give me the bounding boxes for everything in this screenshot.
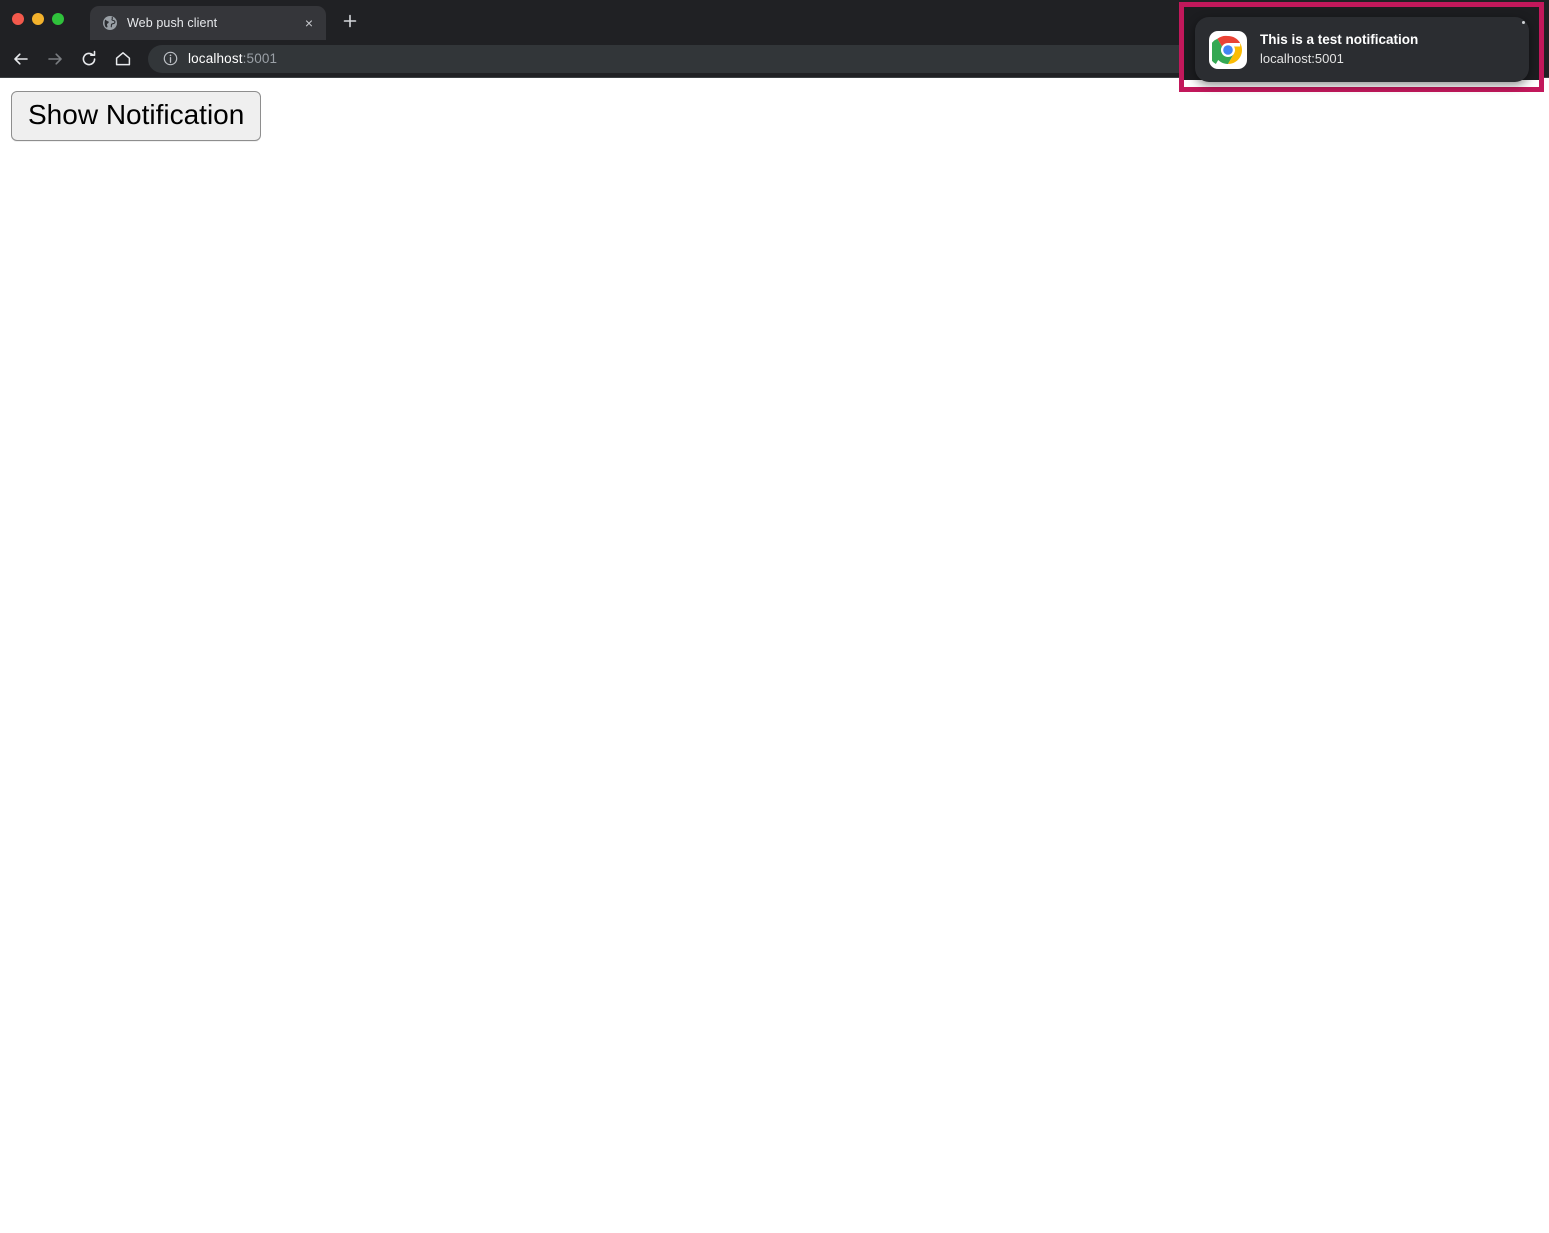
window-controls <box>12 13 64 25</box>
close-window-button[interactable] <box>12 13 24 25</box>
desktop-notification[interactable]: This is a test notification localhost:50… <box>1195 17 1529 82</box>
forward-button[interactable] <box>40 44 70 74</box>
reload-button[interactable] <box>74 44 104 74</box>
arrow-right-icon <box>48 52 62 65</box>
address-bar-url: localhost:5001 <box>188 51 277 66</box>
site-info-icon[interactable] <box>162 51 178 67</box>
show-notification-button[interactable]: Show Notification <box>11 91 262 141</box>
maximize-window-button[interactable] <box>52 13 64 25</box>
close-tab-icon[interactable]: × <box>300 14 318 32</box>
plus-icon <box>343 14 357 28</box>
notification-highlight-box: This is a test notification localhost:50… <box>1179 2 1544 92</box>
home-icon <box>115 51 131 65</box>
arrow-left-icon <box>14 52 28 65</box>
reload-icon <box>82 50 96 65</box>
url-port: :5001 <box>242 51 278 66</box>
notification-title: This is a test notification <box>1260 31 1419 47</box>
back-button[interactable] <box>6 44 36 74</box>
url-host: localhost <box>188 51 243 66</box>
globe-icon <box>102 15 118 31</box>
notification-origin: localhost:5001 <box>1260 50 1344 66</box>
notification-text: This is a test notification localhost:50… <box>1260 32 1418 67</box>
minimize-window-button[interactable] <box>32 13 44 25</box>
new-tab-button[interactable] <box>337 8 363 34</box>
chrome-logo-icon <box>1209 30 1247 69</box>
tab-title: Web push client <box>127 16 218 30</box>
notification-settings-dot[interactable] <box>1522 21 1525 24</box>
browser-tab[interactable]: Web push client × <box>90 6 326 40</box>
home-button[interactable] <box>108 44 138 74</box>
page-content: Show Notification <box>0 79 1549 1233</box>
